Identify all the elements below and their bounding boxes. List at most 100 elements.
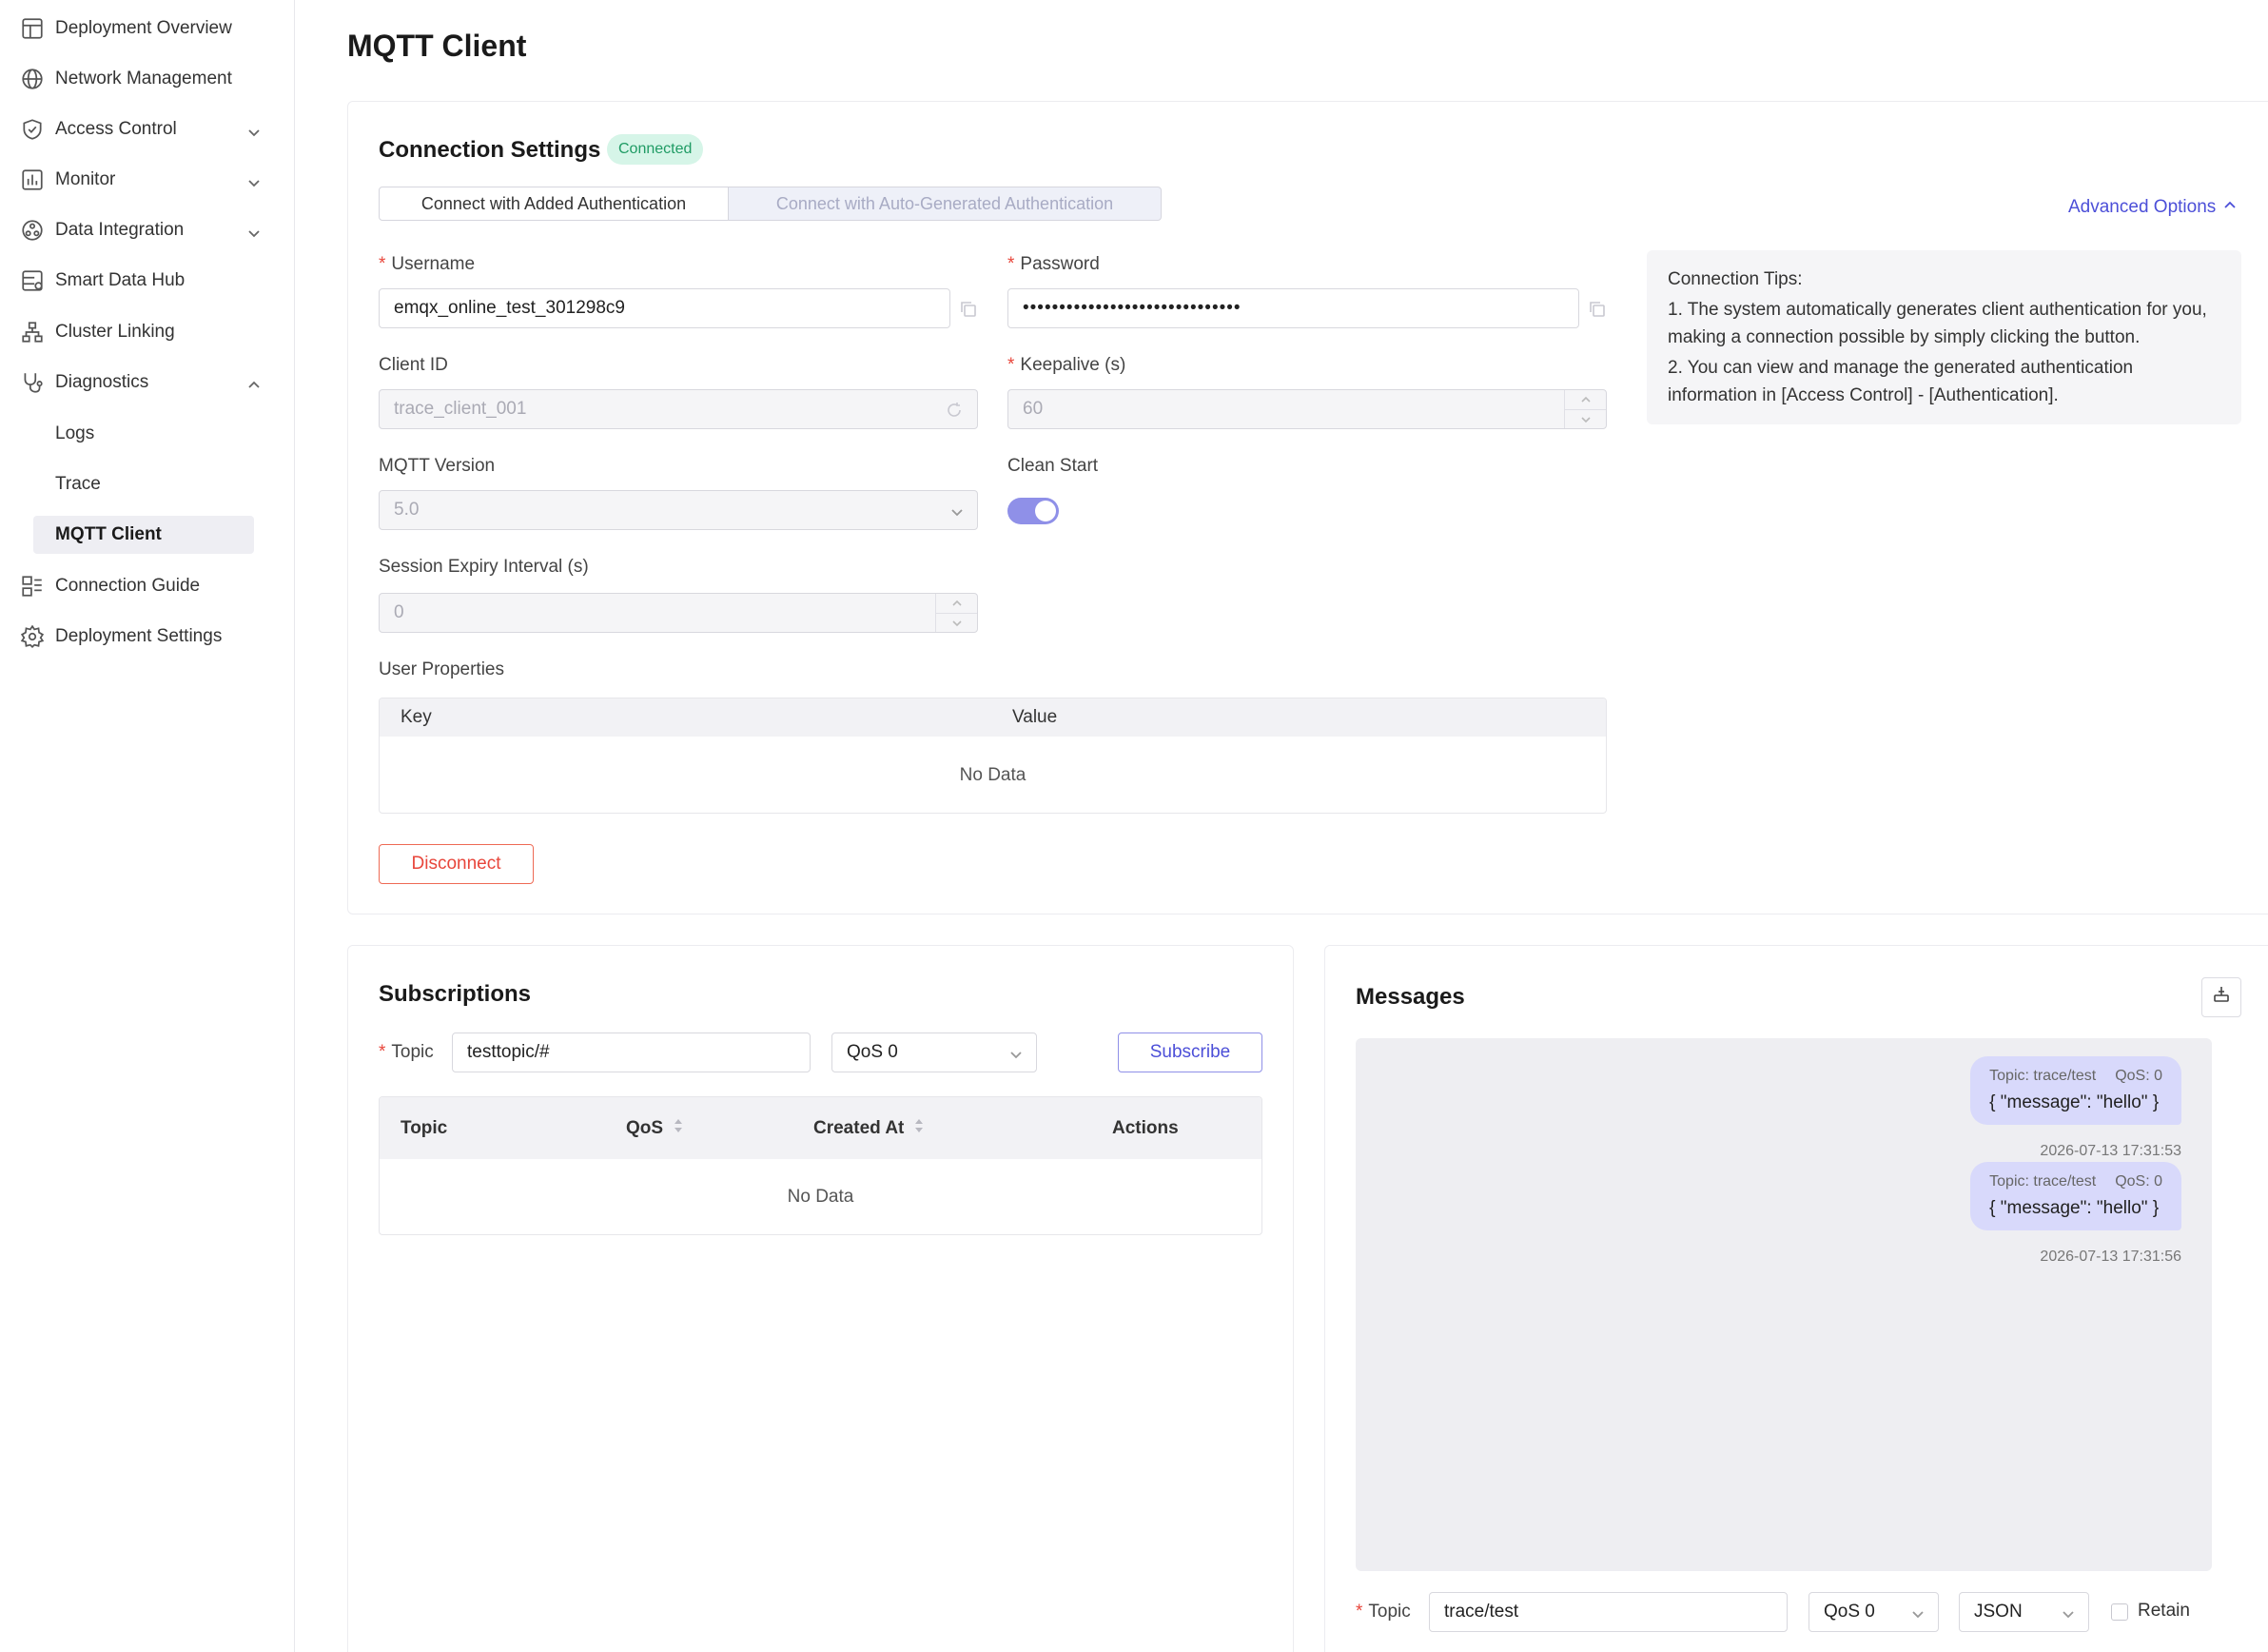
copy-icon[interactable] xyxy=(1588,300,1607,319)
sidebar-item-access-control[interactable]: Access Control xyxy=(0,110,276,148)
subscribe-button[interactable]: Subscribe xyxy=(1118,1032,1262,1072)
client-id-field[interactable]: trace_client_001 xyxy=(379,389,978,429)
sidebar-item-data-integration[interactable]: Data Integration xyxy=(0,211,276,249)
retain-checkbox[interactable] xyxy=(2111,1603,2128,1621)
chevron-down-icon[interactable] xyxy=(1565,409,1606,428)
keepalive-stepper[interactable]: 60 xyxy=(1007,389,1607,429)
column-header-qos[interactable]: QoS xyxy=(626,1097,684,1159)
dashboard-icon xyxy=(19,15,46,42)
message-topic: Topic: trace/test xyxy=(1989,1173,2097,1190)
user-properties-table: Key Value No Data xyxy=(379,698,1607,814)
retain-label: Retain xyxy=(2138,1601,2190,1621)
mqtt-version-select[interactable]: 5.0 xyxy=(379,490,978,530)
message-bubble: Topic: trace/test QoS: 0 { "message": "he… xyxy=(1970,1162,2181,1230)
tips-title: Connection Tips: xyxy=(1668,269,1803,289)
username-label: * Username xyxy=(379,254,476,274)
subscriptions-table: Topic QoS Created At Actions No Data xyxy=(379,1096,1262,1235)
chevron-down-icon xyxy=(247,224,261,238)
sidebar-item-cluster-linking[interactable]: Cluster Linking xyxy=(0,313,276,351)
publish-topic-input[interactable]: trace/test xyxy=(1429,1592,1788,1632)
copy-icon[interactable] xyxy=(959,300,978,319)
chevron-down-icon xyxy=(1009,1046,1023,1059)
refresh-icon[interactable] xyxy=(945,401,964,420)
stepper-controls[interactable] xyxy=(1564,390,1606,428)
table-header: Key Value xyxy=(380,698,1606,737)
clean-start-label: Clean Start xyxy=(1007,456,1099,476)
messages-card: Messages Topic: trace/test QoS: 0 { "mess… xyxy=(1324,945,2268,1652)
sidebar-item-deployment-settings[interactable]: Deployment Settings xyxy=(0,618,276,656)
publish-format-select[interactable]: JSON xyxy=(1959,1592,2089,1632)
status-badge: Connected xyxy=(607,134,704,165)
page-title: MQTT Client xyxy=(347,29,527,63)
password-field[interactable]: •••••••••••••••••••••••••••••• xyxy=(1007,288,1579,328)
advanced-options-toggle[interactable]: Advanced Options xyxy=(2068,197,2237,218)
tab-auto-generated-authentication[interactable]: Connect with Auto-Generated Authenticati… xyxy=(729,187,1162,221)
data-hub-icon xyxy=(19,267,46,294)
guide-icon xyxy=(19,573,46,600)
publish-qos-select[interactable]: QoS 0 xyxy=(1809,1592,1939,1632)
tab-added-authentication[interactable]: Connect with Added Authentication xyxy=(379,187,729,221)
subscriptions-card: Subscriptions * Topic testtopic/# QoS 0 S… xyxy=(347,945,1294,1652)
gear-icon xyxy=(19,623,46,650)
keepalive-label: * Keepalive (s) xyxy=(1007,355,1126,375)
sort-icon[interactable] xyxy=(673,1117,684,1140)
empty-state: No Data xyxy=(959,765,1026,785)
message-timestamp: 2026-07-13 17:31:53 xyxy=(2040,1143,2181,1159)
chevron-down-icon[interactable] xyxy=(936,613,977,632)
sidebar-item-connection-guide[interactable]: Connection Guide xyxy=(0,567,276,605)
connection-settings-card: Connection Settings Connected Connect wi… xyxy=(347,101,2268,914)
session-expiry-stepper[interactable]: 0 xyxy=(379,593,978,633)
sidebar-item-label: Monitor xyxy=(55,169,116,189)
chevron-down-icon xyxy=(950,503,964,517)
sidebar-item-label: Connection Guide xyxy=(55,576,201,596)
disconnect-button[interactable]: Disconnect xyxy=(379,844,534,884)
sidebar-subitem-logs[interactable]: Logs xyxy=(33,415,254,453)
cluster-icon xyxy=(19,319,46,345)
user-properties-label: User Properties xyxy=(379,659,504,679)
chevron-down-icon xyxy=(2062,1605,2075,1619)
integration-icon xyxy=(19,217,46,244)
sidebar-subitem-mqtt-client[interactable]: MQTT Client xyxy=(33,516,254,554)
subscription-qos-select[interactable]: QoS 0 xyxy=(831,1032,1037,1072)
column-header-created-at[interactable]: Created At xyxy=(813,1097,925,1159)
chevron-up-icon xyxy=(2223,197,2237,218)
stepper-controls[interactable] xyxy=(935,594,977,632)
globe-icon xyxy=(19,66,46,92)
chevron-down-icon xyxy=(1911,1605,1925,1619)
sidebar-item-deployment-overview[interactable]: Deployment Overview xyxy=(0,10,276,48)
message-list: Topic: trace/test QoS: 0 { "message": "he… xyxy=(1356,1038,2212,1571)
table-header: Topic QoS Created At Actions xyxy=(380,1097,1261,1159)
messages-title: Messages xyxy=(1356,984,1465,1010)
sidebar-item-diagnostics[interactable]: Diagnostics xyxy=(0,364,276,402)
clear-icon xyxy=(2211,984,2232,1011)
shield-icon xyxy=(19,116,46,143)
sidebar-item-smart-data-hub[interactable]: Smart Data Hub xyxy=(0,262,276,300)
topic-label: * Topic xyxy=(379,1042,434,1062)
sidebar-item-network-management[interactable]: Network Management xyxy=(0,60,276,98)
clean-start-toggle[interactable] xyxy=(1007,498,1059,524)
sidebar-item-label: Deployment Settings xyxy=(55,626,223,646)
column-header-topic: Topic xyxy=(401,1117,448,1138)
column-header-key: Key xyxy=(401,707,432,727)
advanced-options-label: Advanced Options xyxy=(2068,197,2217,217)
sidebar-item-label: Access Control xyxy=(55,119,177,139)
clear-messages-button[interactable] xyxy=(2201,977,2241,1017)
sidebar-item-monitor[interactable]: Monitor xyxy=(0,161,276,199)
sidebar-item-label: Cluster Linking xyxy=(55,322,175,342)
sort-icon[interactable] xyxy=(913,1117,925,1140)
subscriptions-title: Subscriptions xyxy=(379,981,532,1007)
message-bubble: Topic: trace/test QoS: 0 { "message": "he… xyxy=(1970,1056,2181,1125)
message-qos: QoS: 0 xyxy=(2115,1068,2162,1084)
connection-tips: Connection Tips: 1. The system automatic… xyxy=(1647,250,2241,424)
column-header-actions: Actions xyxy=(1112,1117,1179,1138)
chevron-up-icon[interactable] xyxy=(1565,390,1606,409)
subscription-topic-input[interactable]: testtopic/# xyxy=(452,1032,811,1072)
stethoscope-icon xyxy=(19,369,46,396)
chevron-down-icon xyxy=(247,173,261,187)
username-field[interactable]: emqx_online_test_301298c9 xyxy=(379,288,950,328)
sidebar-subitem-trace[interactable]: Trace xyxy=(33,465,254,503)
sidebar-item-label: Smart Data Hub xyxy=(55,270,186,290)
publish-topic-label: * Topic xyxy=(1356,1602,1411,1622)
tips-line: 2. You can view and manage the generated… xyxy=(1668,358,2134,405)
chevron-up-icon[interactable] xyxy=(936,594,977,613)
